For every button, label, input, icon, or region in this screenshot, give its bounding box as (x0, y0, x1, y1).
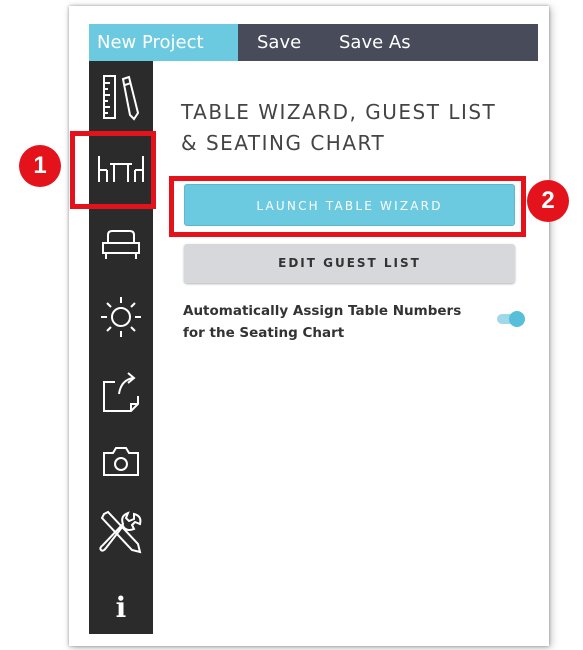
callout-highlight-2 (169, 176, 526, 237)
camera-icon[interactable] (89, 433, 153, 489)
save-button[interactable]: Save (257, 24, 301, 61)
sofa-icon[interactable] (89, 217, 153, 273)
callout-badge-2: 2 (527, 180, 569, 222)
panel-title: TABLE WIZARD, GUEST LIST & SEATING CHART (181, 100, 497, 155)
auto-assign-toggle[interactable] (497, 311, 525, 327)
edit-guest-list-button[interactable]: EDIT GUEST LIST (184, 244, 515, 283)
new-project-button[interactable]: New Project (89, 24, 238, 61)
ruler-pencil-icon[interactable] (89, 69, 153, 125)
save-as-button[interactable]: Save As (339, 24, 411, 61)
top-toolbar: New Project Save Save As (89, 24, 538, 61)
toggle-knob (509, 311, 525, 327)
callout-highlight-1 (70, 131, 156, 209)
tools-icon[interactable] (89, 501, 153, 565)
light-icon[interactable] (89, 287, 153, 347)
info-icon[interactable]: i (89, 585, 153, 629)
callout-badge-1: 1 (19, 145, 61, 187)
info-glyph: i (115, 590, 127, 624)
auto-assign-label: Automatically Assign Table Numbers for t… (183, 303, 462, 341)
export-icon[interactable] (89, 361, 153, 421)
